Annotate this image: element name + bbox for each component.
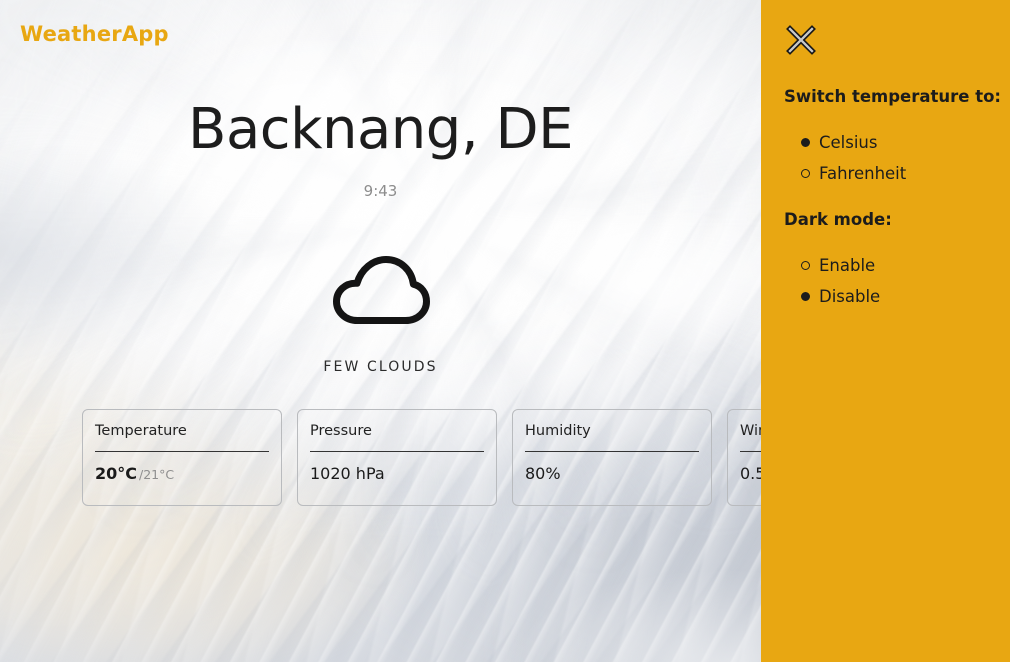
- weather-app: WeatherApp Backnang, DE 9:43 FEW CLOUDS …: [0, 0, 1010, 662]
- card-value: 80%: [525, 463, 561, 483]
- weather-condition: FEW CLOUDS: [323, 359, 438, 375]
- card-divider: [525, 450, 699, 452]
- card-divider: [95, 450, 269, 452]
- card-value-sub: /21°C: [139, 466, 175, 482]
- weather-icon-wrap: [0, 253, 761, 325]
- card-humidity: Humidity 80%: [512, 409, 712, 506]
- option-label: Celsius: [819, 133, 878, 152]
- close-icon: [786, 25, 816, 55]
- option-dark-disable[interactable]: Disable: [801, 281, 880, 312]
- option-label: Enable: [819, 256, 876, 275]
- option-fahrenheit[interactable]: Fahrenheit: [801, 158, 906, 189]
- card-value-main: 20°C: [95, 463, 138, 483]
- card-pressure: Pressure 1020 hPa: [297, 409, 497, 506]
- app-logo[interactable]: WeatherApp: [20, 22, 169, 46]
- settings-sidebar: Switch temperature to: Celsius Fahrenhei…: [761, 0, 1010, 662]
- dark-mode-options: Enable Disable: [801, 250, 880, 312]
- card-divider: [310, 450, 484, 452]
- weather-panel: Backnang, DE 9:43 FEW CLOUDS Temperature…: [0, 68, 927, 662]
- close-sidebar-button[interactable]: [784, 23, 818, 57]
- card-title: Humidity: [525, 423, 591, 439]
- option-celsius[interactable]: Celsius: [801, 127, 906, 158]
- option-label: Fahrenheit: [819, 164, 907, 183]
- card-value: 1020 hPa: [310, 463, 385, 483]
- option-label: Disable: [819, 287, 881, 306]
- card-title: Pressure: [310, 423, 372, 439]
- radio-unselected-icon: [801, 261, 810, 270]
- local-time: 9:43: [363, 182, 398, 200]
- card-temperature: Temperature 20°C/21°C: [82, 409, 282, 506]
- cloud-icon: [332, 256, 430, 324]
- radio-selected-icon: [801, 292, 810, 301]
- temperature-setting-heading: Switch temperature to:: [784, 87, 1002, 106]
- radio-selected-icon: [801, 138, 810, 147]
- card-title: Temperature: [95, 423, 187, 439]
- option-dark-enable[interactable]: Enable: [801, 250, 880, 281]
- temperature-options: Celsius Fahrenheit: [801, 127, 906, 189]
- page-title: Backnang, DE: [188, 97, 573, 162]
- app-header: WeatherApp: [0, 0, 761, 68]
- card-value: 20°C/21°C: [95, 463, 269, 483]
- radio-unselected-icon: [801, 169, 810, 178]
- dark-mode-setting-heading: Dark mode:: [784, 210, 892, 229]
